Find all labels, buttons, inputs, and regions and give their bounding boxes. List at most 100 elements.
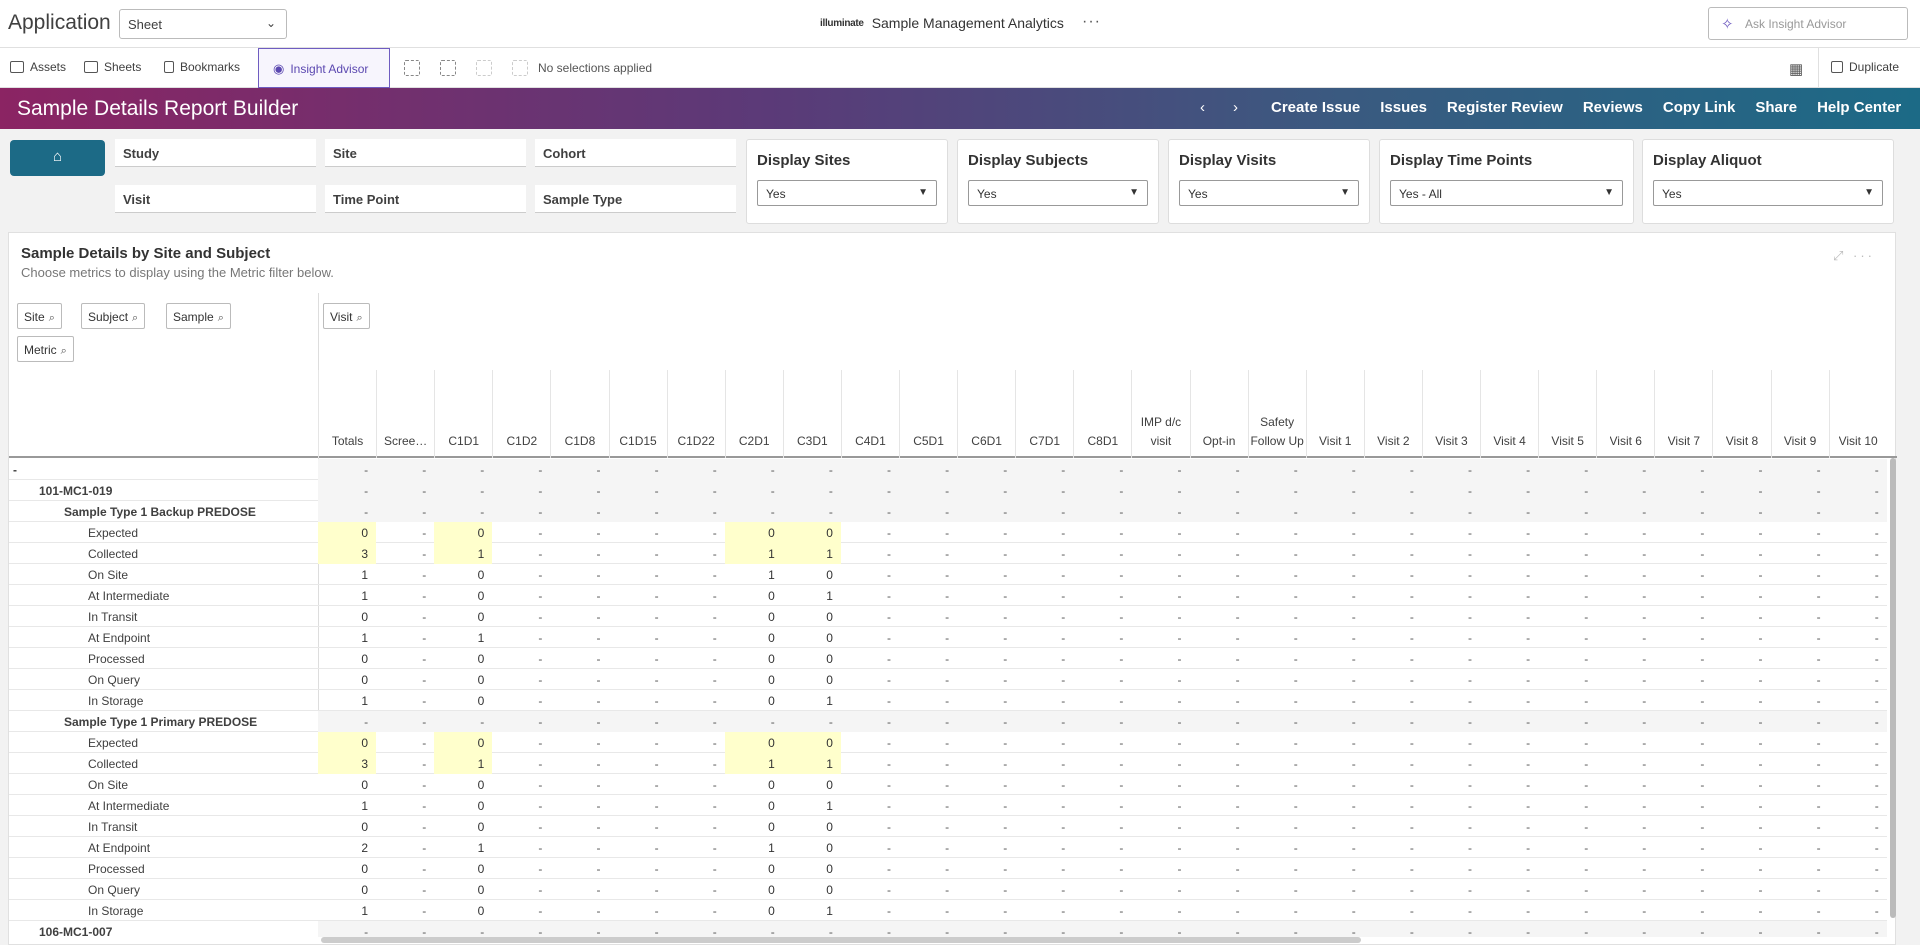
share-link[interactable]: Share — [1755, 99, 1797, 116]
vertical-scrollbar[interactable] — [1890, 458, 1896, 918]
row-label[interactable]: In Transit — [88, 820, 137, 834]
column-header[interactable]: C1D2 — [492, 370, 550, 458]
row-label[interactable]: On Site — [88, 778, 128, 792]
site-chip[interactable]: Site ⌕ — [17, 303, 62, 329]
row-label[interactable]: Sample Type 1 Primary PREDOSE — [64, 715, 257, 729]
row-label[interactable]: In Storage — [88, 694, 143, 708]
table-cell: - — [1235, 673, 1240, 687]
table-cell: - — [1467, 673, 1472, 687]
column-header[interactable]: Opt-in — [1189, 370, 1248, 458]
display-sites-dropdown[interactable]: Yes ▼ — [757, 180, 937, 206]
row-label[interactable]: At Intermediate — [88, 799, 169, 813]
column-header[interactable]: C5D1 — [899, 370, 957, 458]
visit-chip[interactable]: Visit ⌕ — [323, 303, 370, 329]
column-header[interactable]: Visit 2 — [1363, 370, 1422, 458]
study-filter[interactable]: Study — [115, 139, 316, 167]
column-header[interactable]: C1D8 — [550, 370, 608, 458]
register-review-link[interactable]: Register Review — [1447, 99, 1563, 116]
more-options-icon[interactable]: ··· — [1082, 13, 1101, 31]
column-header[interactable]: Visit 6 — [1596, 370, 1654, 458]
column-header[interactable]: C8D1 — [1073, 370, 1131, 458]
row-label[interactable]: Processed — [88, 652, 145, 666]
assets-button[interactable]: Assets — [10, 60, 66, 74]
table-cell: 0 — [477, 589, 485, 603]
column-header[interactable]: C1D22 — [666, 370, 725, 458]
clear-selections-icon[interactable] — [512, 60, 528, 76]
row-label[interactable]: At Endpoint — [88, 841, 150, 855]
column-header[interactable]: C3D1 — [782, 370, 841, 458]
grid-icon[interactable]: ▦ — [1789, 60, 1803, 78]
column-header[interactable]: C4D1 — [840, 370, 899, 458]
display-visits-dropdown[interactable]: Yes ▼ — [1179, 180, 1359, 206]
row-label[interactable]: 101-MC1-019 — [39, 484, 112, 498]
cohort-filter[interactable]: Cohort — [535, 139, 736, 167]
sample-chip[interactable]: Sample ⌕ — [166, 303, 231, 329]
column-header[interactable]: IMP d/c visit — [1131, 370, 1189, 458]
column-header[interactable]: Visit 1 — [1305, 370, 1364, 458]
row-label[interactable]: In Storage — [88, 904, 143, 918]
reviews-link[interactable]: Reviews — [1583, 99, 1643, 116]
row-label[interactable]: Expected — [88, 736, 138, 750]
column-header[interactable]: Visit 10 — [1828, 370, 1887, 458]
home-button[interactable]: ⌂ — [10, 140, 105, 176]
row-label[interactable]: Sample Type 1 Backup PREDOSE — [64, 505, 256, 519]
copy-link-link[interactable]: Copy Link — [1663, 99, 1736, 116]
time-point-filter[interactable]: Time Point — [325, 185, 526, 213]
row-label[interactable]: 106-MC1-007 — [39, 925, 112, 937]
column-header[interactable]: Visit 9 — [1770, 370, 1829, 458]
row-label[interactable]: Collected — [88, 547, 138, 561]
step-back-icon[interactable] — [440, 60, 456, 76]
row-label[interactable]: Collected — [88, 757, 138, 771]
duplicate-button[interactable]: Duplicate — [1818, 48, 1920, 88]
column-header[interactable]: Visit 7 — [1654, 370, 1712, 458]
insight-advisor-button[interactable]: ◉ Insight Advisor — [258, 48, 390, 88]
column-header-label: Visit 10 — [1838, 434, 1878, 448]
column-header[interactable]: Visit 3 — [1421, 370, 1480, 458]
bookmarks-button[interactable]: Bookmarks — [164, 60, 240, 74]
column-header[interactable]: Visit 4 — [1480, 370, 1538, 458]
ask-insight-advisor-input[interactable]: ✧ Ask Insight Advisor — [1708, 7, 1908, 40]
column-header[interactable]: Visit 5 — [1538, 370, 1596, 458]
display-subjects-dropdown[interactable]: Yes ▼ — [968, 180, 1148, 206]
expand-icon[interactable]: ⤢ — [1833, 248, 1846, 263]
home-icon: ⌂ — [52, 148, 63, 165]
horizontal-scrollbar[interactable] — [321, 937, 1361, 943]
display-time-points-dropdown[interactable]: Yes - All ▼ — [1390, 180, 1623, 206]
row-label[interactable]: On Site — [88, 568, 128, 582]
column-header[interactable]: Scree… — [376, 370, 434, 458]
chevron-left-icon[interactable]: ‹ — [1200, 99, 1205, 116]
sheet-select[interactable]: Sheet ⌄ — [119, 9, 287, 39]
subject-chip[interactable]: Subject ⌕ — [81, 303, 146, 329]
column-header[interactable]: C7D1 — [1015, 370, 1073, 458]
column-header[interactable]: Totals — [318, 370, 376, 458]
column-header[interactable]: C1D1 — [434, 370, 492, 458]
step-forward-icon[interactable] — [476, 60, 492, 76]
row-label[interactable]: Expected — [88, 526, 138, 540]
chevron-right-icon[interactable]: › — [1233, 99, 1238, 116]
row-label[interactable]: At Endpoint — [88, 631, 150, 645]
metric-chip[interactable]: Metric ⌕ — [17, 336, 74, 362]
create-issue-link[interactable]: Create Issue — [1271, 99, 1360, 116]
row-label[interactable]: On Query — [88, 673, 140, 687]
visit-filter[interactable]: Visit — [115, 185, 316, 213]
sample-type-filter[interactable]: Sample Type — [535, 185, 736, 213]
row-label[interactable]: - — [13, 463, 17, 477]
sample-details-panel: Sample Details by Site and Subject Choos… — [8, 232, 1897, 945]
column-header[interactable]: C6D1 — [957, 370, 1015, 458]
row-label[interactable]: At Intermediate — [88, 589, 169, 603]
sheets-button[interactable]: Sheets — [84, 60, 141, 74]
more-options-icon[interactable]: ··· — [1853, 248, 1875, 263]
row-label[interactable]: On Query — [88, 883, 140, 897]
display-aliquot-dropdown[interactable]: Yes ▼ — [1653, 180, 1883, 206]
site-filter[interactable]: Site — [325, 139, 526, 167]
smart-search-icon[interactable] — [404, 60, 420, 76]
column-header[interactable]: Safety Follow Up — [1247, 370, 1306, 458]
issues-link[interactable]: Issues — [1380, 99, 1427, 116]
row-label[interactable]: In Transit — [88, 610, 137, 624]
help-center-link[interactable]: Help Center — [1817, 99, 1901, 116]
table-cell: 0 — [477, 652, 485, 666]
column-header[interactable]: C1D15 — [608, 370, 667, 458]
row-label[interactable]: Processed — [88, 862, 145, 876]
column-header[interactable]: Visit 8 — [1712, 370, 1770, 458]
column-header[interactable]: C2D1 — [724, 370, 783, 458]
